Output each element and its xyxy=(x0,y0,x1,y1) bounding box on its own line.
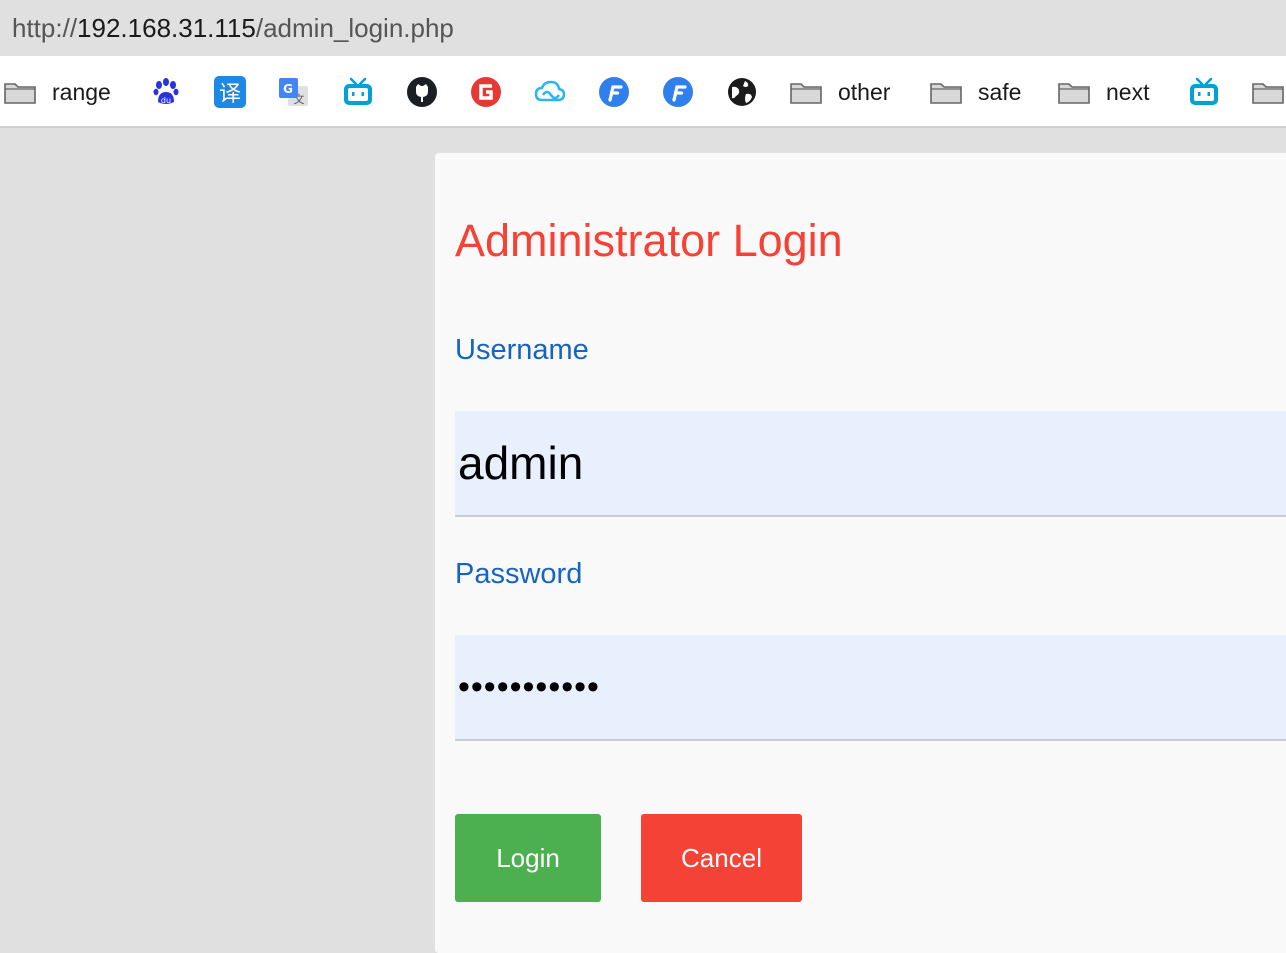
bookmark-google-translate[interactable]: 文 G xyxy=(278,56,310,126)
url-scheme: http:// xyxy=(12,12,78,43)
bookmark-folder-other[interactable]: other xyxy=(790,56,891,126)
bookmarks-bar: range du 译 文 G other safe next xyxy=(0,56,1286,128)
google-translate-icon: 文 G xyxy=(279,78,308,106)
folder-icon xyxy=(1058,83,1090,104)
bookmark-cloud[interactable] xyxy=(534,56,566,126)
username-label: Username xyxy=(455,334,589,366)
bookmark-label: safe xyxy=(978,78,1022,105)
baidu-icon: du xyxy=(153,78,179,105)
f-blue-icon xyxy=(663,77,693,107)
bilibili-icon xyxy=(1190,77,1218,105)
bookmark-folder-safe[interactable]: safe xyxy=(930,56,1022,126)
folder-icon xyxy=(930,83,962,104)
svg-text:du: du xyxy=(161,96,171,105)
login-panel: Administrator Login Username Password Lo… xyxy=(435,153,1286,953)
page-title: Administrator Login xyxy=(455,215,843,266)
bilibili-icon xyxy=(344,77,372,105)
password-input[interactable] xyxy=(455,635,1286,741)
bookmark-translate[interactable]: 译 xyxy=(214,56,246,126)
bookmark-g-red[interactable] xyxy=(470,56,502,126)
username-input[interactable] xyxy=(455,411,1286,517)
bookmark-github[interactable] xyxy=(406,56,438,126)
bookmark-folder-range[interactable]: range xyxy=(4,56,111,126)
translate-icon: 译 xyxy=(214,76,246,108)
github-icon xyxy=(407,77,437,107)
bookmark-f-blue-2[interactable] xyxy=(662,56,694,126)
bookmark-globe[interactable] xyxy=(726,56,758,126)
cloud-icon xyxy=(534,80,566,102)
bookmark-bilibili-2[interactable] xyxy=(1188,56,1220,126)
cancel-button[interactable]: Cancel xyxy=(641,814,802,902)
svg-text:G: G xyxy=(283,82,293,96)
folder-icon xyxy=(1252,83,1284,104)
globe-icon xyxy=(728,78,756,106)
address-bar[interactable]: http://192.168.31.115/admin_login.php xyxy=(0,0,1286,56)
bookmark-label: range xyxy=(52,78,111,105)
bookmark-baidu[interactable]: du xyxy=(150,56,182,126)
bookmark-f-blue[interactable] xyxy=(598,56,630,126)
url-host: 192.168.31.115 xyxy=(77,12,256,43)
svg-text:译: 译 xyxy=(219,82,241,107)
login-button[interactable]: Login xyxy=(455,814,601,902)
bookmark-folder-partial[interactable] xyxy=(1252,56,1284,126)
bookmark-label: next xyxy=(1106,78,1150,105)
bookmark-label: other xyxy=(838,78,891,105)
password-label: Password xyxy=(455,558,583,590)
bookmark-folder-next[interactable]: next xyxy=(1058,56,1150,126)
f-blue-icon xyxy=(599,77,629,107)
folder-icon xyxy=(4,83,36,104)
bookmark-bilibili[interactable] xyxy=(342,56,374,126)
g-red-icon xyxy=(471,77,501,107)
folder-icon xyxy=(790,83,822,104)
url-path: /admin_login.php xyxy=(255,12,454,43)
